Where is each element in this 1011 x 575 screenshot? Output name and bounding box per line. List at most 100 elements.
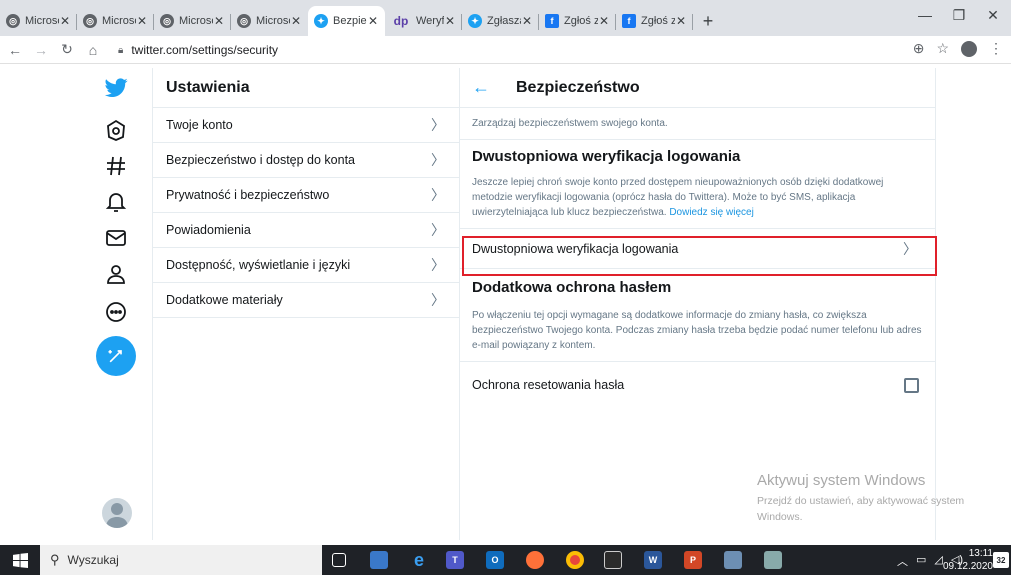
star-icon[interactable]: ☆ [936, 40, 949, 57]
compose-tweet-icon[interactable] [96, 336, 136, 376]
tab-close-icon[interactable]: ✕ [598, 14, 610, 28]
network-icon[interactable]: ◿ [934, 553, 942, 569]
browser-tab[interactable]: dp Weryfikac ✕ [385, 6, 462, 36]
browser-tab[interactable]: ◎ Microsoft ✕ [77, 6, 154, 36]
browser-tab[interactable]: ✦ Zgłaszani ✕ [462, 6, 539, 36]
watermark-text: Przejdź do ustawień, aby aktywować syste… [757, 495, 965, 523]
password-reset-label: Ochrona resetowania hasła [472, 378, 625, 392]
new-tab-button[interactable]: + [693, 6, 723, 36]
menu-icon[interactable]: ⋮ [989, 40, 1003, 57]
home-icon[interactable]: ⌂ [82, 39, 104, 61]
taskbar-search[interactable]: ⚲ Wyszukaj [40, 545, 322, 575]
tab-close-icon[interactable]: ✕ [521, 14, 533, 28]
paint-icon[interactable] [724, 551, 742, 569]
tab-close-icon[interactable]: ✕ [444, 14, 456, 28]
chevron-up-icon[interactable]: ︿ [897, 553, 908, 569]
chrome-icon[interactable] [566, 551, 584, 569]
tab-title: Zgłaszani [487, 15, 521, 27]
windows-start-icon[interactable] [0, 545, 40, 575]
tab-close-icon[interactable]: ✕ [367, 14, 379, 28]
tab-close-icon[interactable]: ✕ [675, 14, 687, 28]
profile-avatar-icon[interactable] [961, 40, 977, 57]
tab-title: Microsoft [25, 15, 59, 27]
tab-title: Bezpiecze [333, 15, 367, 27]
outlook-icon[interactable]: O [486, 551, 504, 569]
user-avatar[interactable] [102, 498, 132, 528]
tab-close-icon[interactable]: ✕ [290, 14, 302, 28]
settings-item-label: Bezpieczeństwo i dostęp do konta [166, 153, 356, 167]
powerpoint-icon[interactable]: P [684, 551, 702, 569]
hashtag-icon[interactable] [102, 152, 130, 180]
lock-icon[interactable]: 🔒︎ [118, 45, 123, 56]
settings-item-label: Prywatność i bezpieczeństwo [166, 188, 330, 202]
globe-icon: ◎ [83, 14, 97, 28]
photos-icon[interactable] [604, 551, 622, 569]
task-view-icon[interactable] [332, 553, 346, 567]
twofa-row[interactable]: Dwustopniowa weryfikacja logowania 〉 [460, 229, 935, 269]
chevron-right-icon: 〉 [431, 292, 445, 308]
settings-title: Ustawienia [153, 68, 459, 108]
url-input[interactable]: 🔒︎ twitter.com/settings/security [118, 40, 926, 60]
taskbar-search-placeholder: Wyszukaj [67, 553, 119, 567]
browser-tab[interactable]: ◎ Microsoft ✕ [0, 6, 77, 36]
browser-tab[interactable]: f Zgłoś zła ✕ [616, 6, 693, 36]
password-protection-description: Po włączeniu tej opcji wymagane są dodat… [460, 305, 935, 362]
browser-tab[interactable]: f Zgłoś zła ✕ [539, 6, 616, 36]
file-manager-icon[interactable] [370, 551, 388, 569]
notification-center-icon[interactable]: 32 [993, 552, 1009, 568]
reload-icon[interactable]: ↻ [56, 39, 78, 61]
twitter-logo-icon[interactable] [102, 74, 130, 102]
back-arrow-icon[interactable]: ← [472, 77, 490, 98]
battery-icon[interactable]: ▭ [916, 553, 926, 569]
taskbar-clock[interactable]: 13:11 09.12.2020 [943, 547, 993, 573]
explore-icon[interactable] [102, 116, 130, 144]
password-reset-checkbox[interactable] [904, 377, 919, 393]
twofa-heading: Dwustopniowa weryfikacja logowania [472, 147, 741, 165]
add-icon[interactable]: ⊕ [913, 40, 925, 57]
dp-icon: dp [393, 14, 409, 28]
chevron-right-icon: 〉 [431, 222, 445, 238]
tab-close-icon[interactable]: ✕ [59, 14, 71, 28]
security-column: ← Bezpieczeństwo Zarządzaj bezpieczeństw… [460, 68, 936, 540]
password-reset-row[interactable]: Ochrona resetowania hasła [460, 362, 935, 408]
window-close-icon[interactable]: ✕ [976, 0, 1010, 30]
tab-close-icon[interactable]: ✕ [136, 14, 148, 28]
settings-item-privacy[interactable]: Prywatność i bezpieczeństwo 〉 [153, 178, 459, 213]
teams-icon[interactable]: T [446, 551, 464, 569]
bell-icon[interactable] [102, 188, 130, 216]
browser-tab[interactable]: ◎ Microsoft ✕ [231, 6, 308, 36]
tab-separator [692, 14, 693, 30]
profile-icon[interactable] [102, 260, 130, 288]
settings-item-notifications[interactable]: Powiadomienia 〉 [153, 213, 459, 248]
settings-item-accessibility[interactable]: Dostępność, wyświetlanie i języki 〉 [153, 248, 459, 283]
learn-more-link[interactable]: Dowiedz się więcej [669, 207, 753, 218]
restore-icon[interactable]: ❐ [942, 0, 976, 30]
firefox-icon[interactable] [526, 551, 544, 569]
globe-icon: ◎ [6, 14, 20, 28]
browser-tab-strip: ◎ Microsoft ✕ ◎ Microsoft ✕ ◎ Microsoft … [0, 0, 1011, 36]
back-icon[interactable]: ← [4, 39, 26, 61]
browser-tab[interactable]: ◎ Microsoft ✕ [154, 6, 231, 36]
minimize-icon[interactable]: — [908, 0, 942, 30]
forward-icon[interactable]: → [30, 39, 52, 61]
globe-icon: ◎ [237, 14, 251, 28]
settings-item-label: Twoje konto [166, 118, 233, 132]
settings-item-security[interactable]: Bezpieczeństwo i dostęp do konta 〉 [153, 143, 459, 178]
mail-icon[interactable] [102, 224, 130, 252]
settings-item-label: Dodatkowe materiały [166, 293, 283, 307]
word-icon[interactable]: W [644, 551, 662, 569]
snipping-tool-icon[interactable] [764, 551, 782, 569]
browser-tab-active[interactable]: ✦ Bezpiecze ✕ [308, 6, 385, 36]
edge-icon[interactable]: e [410, 550, 428, 570]
settings-column: Ustawienia Twoje konto 〉 Bezpieczeństwo … [152, 68, 460, 540]
twofa-row-label: Dwustopniowa weryfikacja logowania [472, 241, 679, 256]
clock-date: 09.12.2020 [942, 561, 993, 572]
chevron-right-icon: 〉 [431, 152, 445, 168]
more-icon[interactable] [102, 298, 130, 326]
facebook-icon: f [622, 14, 636, 28]
url-text: twitter.com/settings/security [131, 43, 279, 57]
settings-item-account[interactable]: Twoje konto 〉 [153, 108, 459, 143]
tab-title: Microsoft [102, 15, 136, 27]
tab-close-icon[interactable]: ✕ [213, 14, 225, 28]
settings-item-resources[interactable]: Dodatkowe materiały 〉 [153, 283, 459, 318]
